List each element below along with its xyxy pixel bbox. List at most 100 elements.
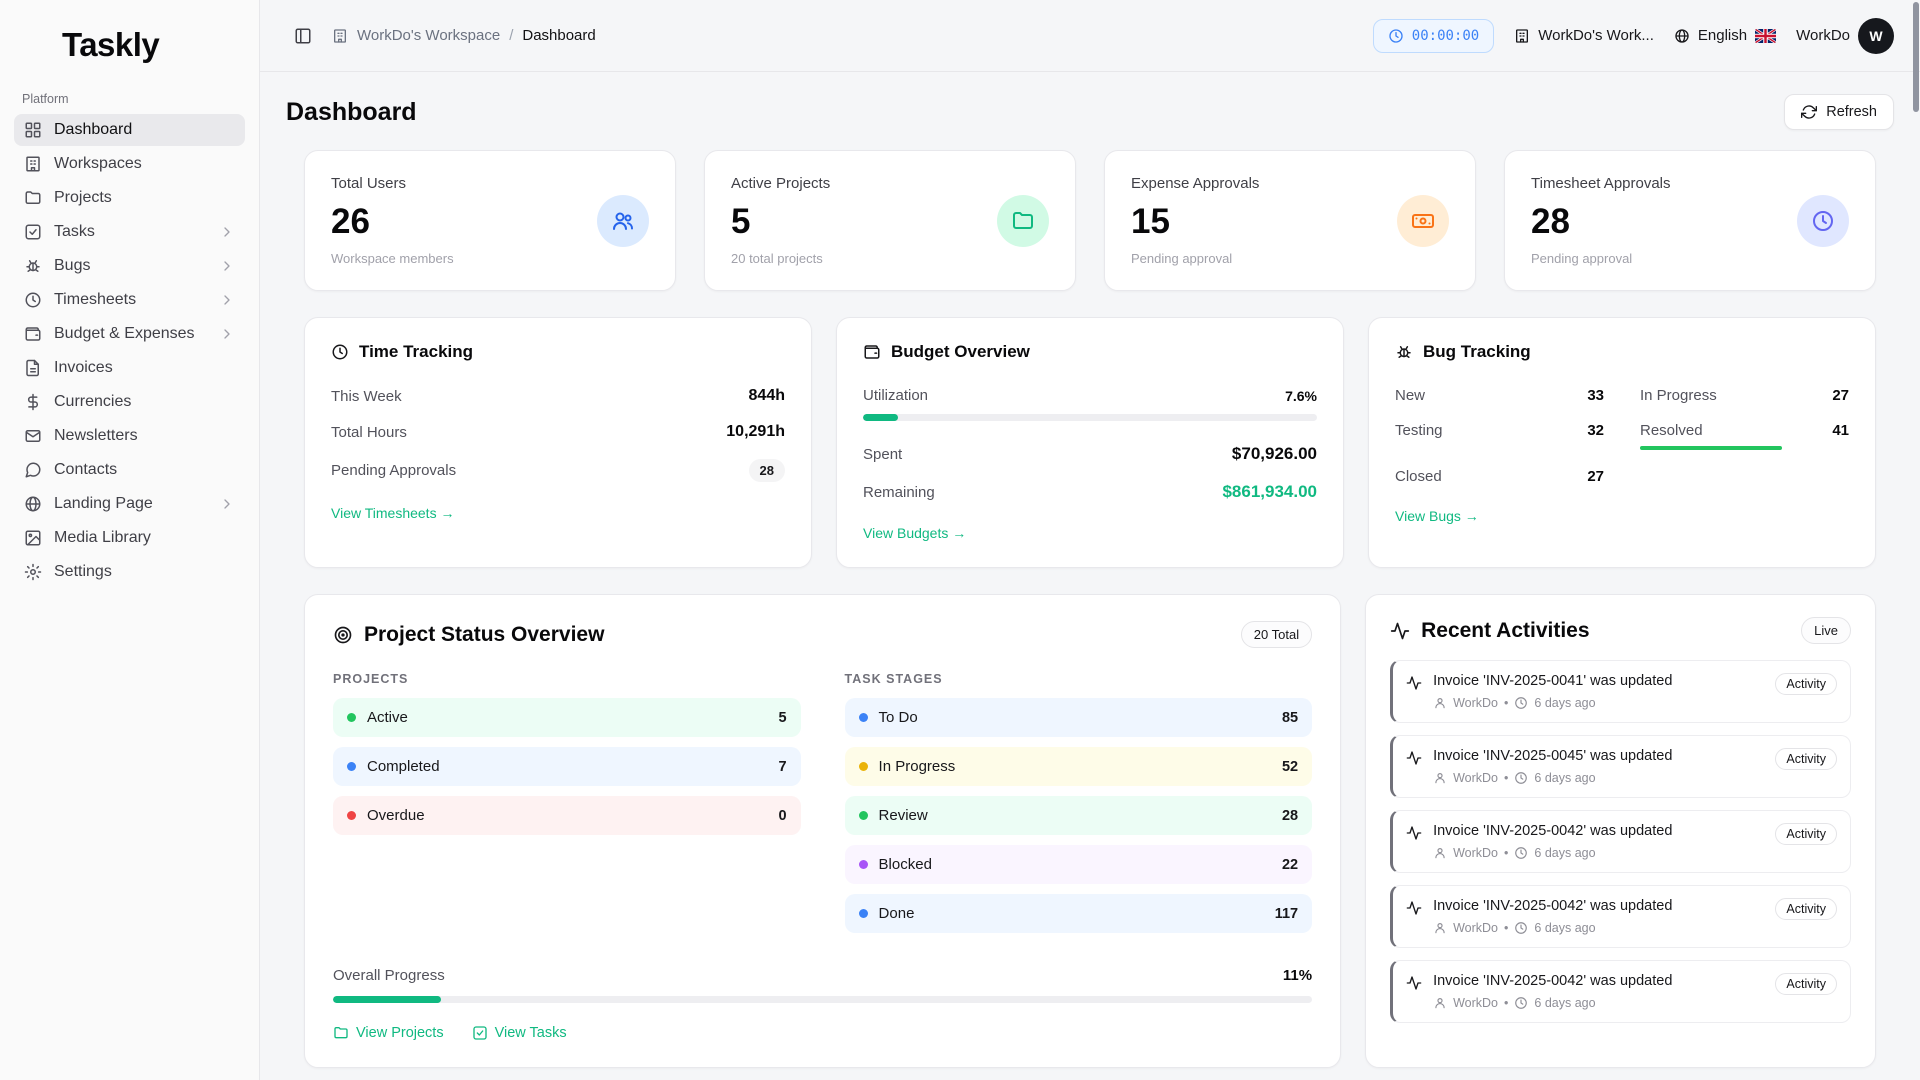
sidebar-item-currencies[interactable]: Currencies — [14, 386, 245, 418]
activity-type-badge: Activity — [1775, 823, 1837, 845]
sidebar-item-projects[interactable]: Projects — [14, 182, 245, 214]
sidebar-item-tasks[interactable]: Tasks — [14, 216, 245, 248]
sidebar-item-label: Media Library — [54, 529, 151, 547]
status-dot — [859, 860, 868, 869]
status-label: Overdue — [367, 807, 425, 824]
remaining-value: $861,934.00 — [1222, 482, 1317, 502]
sidebar-item-media-library[interactable]: Media Library — [14, 522, 245, 554]
target-icon — [333, 625, 353, 645]
sidebar-item-workspaces[interactable]: Workspaces — [14, 148, 245, 180]
page-title: Dashboard — [286, 98, 417, 127]
scrollbar-thumb[interactable] — [1913, 2, 1919, 112]
project-status-links: View Projects View Tasks — [333, 1025, 1312, 1041]
clock-icon — [1514, 696, 1528, 710]
bug-stats-grid: New 33 In Progress 27 — [1395, 378, 1849, 494]
breadcrumb-separator: / — [509, 27, 513, 44]
bug-stat-closed: Closed 27 — [1395, 459, 1604, 494]
activity-user: WorkDo — [1453, 696, 1498, 710]
activity-list: Invoice 'INV-2025-0041' was updated Work… — [1390, 660, 1851, 1023]
activity-item[interactable]: Invoice 'INV-2025-0041' was updated Work… — [1390, 660, 1851, 723]
bug-icon — [1395, 343, 1413, 361]
sidebar-item-invoices[interactable]: Invoices — [14, 352, 245, 384]
breadcrumb-workspace[interactable]: WorkDo's Workspace — [357, 27, 500, 44]
view-timesheets-link[interactable]: View Timesheets → — [331, 505, 454, 521]
view-tasks-link[interactable]: View Tasks — [472, 1025, 567, 1041]
stage-in-progress: In Progress 52 — [845, 747, 1313, 786]
sidebar-item-budget-expenses[interactable]: Budget & Expenses — [14, 318, 245, 350]
sidebar-item-bugs[interactable]: Bugs — [14, 250, 245, 282]
project-status-overdue: Overdue 0 — [333, 796, 801, 835]
sidebar-item-settings[interactable]: Settings — [14, 556, 245, 588]
status-count: 117 — [1275, 906, 1298, 922]
sidebar-toggle-button[interactable] — [286, 19, 320, 53]
activity-item[interactable]: Invoice 'INV-2025-0042' was updated Work… — [1390, 960, 1851, 1023]
sidebar-item-label: Bugs — [54, 257, 90, 275]
middle-row: Time Tracking This Week 844h Total Hours… — [304, 317, 1876, 568]
bug-icon — [24, 257, 42, 275]
clock-icon — [1514, 846, 1528, 860]
activity-time: 6 days ago — [1534, 846, 1595, 860]
stat-card-active-projects: Active Projects 5 20 total projects — [704, 150, 1076, 291]
stat-card-total-users: Total Users 26 Workspace members — [304, 150, 676, 291]
activity-item[interactable]: Invoice 'INV-2025-0042' was updated Work… — [1390, 810, 1851, 873]
view-budgets-link[interactable]: View Budgets → — [863, 525, 966, 541]
status-label: Review — [879, 807, 928, 824]
grid-icon — [24, 121, 42, 139]
stat-subtitle: 20 total projects — [731, 251, 1049, 266]
activity-item[interactable]: Invoice 'INV-2025-0042' was updated Work… — [1390, 885, 1851, 948]
bug-stat-new: New 33 — [1395, 378, 1604, 413]
sidebar-item-landing-page[interactable]: Landing Page — [14, 488, 245, 520]
sidebar-item-contacts[interactable]: Contacts — [14, 454, 245, 486]
language-selector[interactable]: English — [1674, 27, 1776, 44]
clock-icon — [1797, 195, 1849, 247]
sidebar-item-label: Currencies — [54, 393, 131, 411]
sidebar-item-newsletters[interactable]: Newsletters — [14, 420, 245, 452]
activity-item[interactable]: Invoice 'INV-2025-0045' was updated Work… — [1390, 735, 1851, 798]
timer-widget[interactable]: 00:00:00 — [1373, 19, 1494, 53]
sidebar-item-dashboard[interactable]: Dashboard — [14, 114, 245, 146]
sidebar-item-label: Workspaces — [54, 155, 142, 173]
bug-tracking-card: Bug Tracking New 33 In P — [1368, 317, 1876, 568]
activity-time: 6 days ago — [1534, 996, 1595, 1010]
scrollbar[interactable] — [1912, 0, 1920, 1080]
activity-time: 6 days ago — [1534, 921, 1595, 935]
card-title: Budget Overview — [891, 342, 1030, 362]
status-dot — [859, 713, 868, 722]
activity-meta: WorkDo • 6 days ago — [1433, 921, 1764, 935]
gear-icon — [24, 563, 42, 581]
row-value: 10,291h — [726, 423, 785, 441]
clock-icon — [331, 343, 349, 361]
chevron-right-icon — [219, 258, 235, 274]
workspace-switcher[interactable]: WorkDo's Work... — [1514, 27, 1654, 44]
user-name: WorkDo — [1796, 27, 1850, 44]
link-label: View Projects — [356, 1025, 444, 1041]
chevron-right-icon — [219, 292, 235, 308]
status-label: Completed — [367, 758, 440, 775]
activity-type-badge: Activity — [1775, 673, 1837, 695]
meta-dot: • — [1504, 771, 1508, 785]
refresh-button[interactable]: Refresh — [1784, 94, 1894, 130]
activity-type-badge: Activity — [1775, 973, 1837, 995]
activity-icon — [1406, 975, 1422, 991]
overall-progress-label: Overall Progress — [333, 967, 445, 984]
stat-title: Expense Approvals — [1131, 175, 1449, 192]
row-value: 844h — [749, 387, 785, 405]
row-label: New — [1395, 387, 1425, 404]
project-status-card: Project Status Overview 20 Total PROJECT… — [304, 594, 1341, 1068]
view-bugs-link[interactable]: View Bugs → — [1395, 508, 1479, 524]
refresh-icon — [1801, 104, 1817, 120]
activity-icon — [1406, 900, 1422, 916]
activity-time: 6 days ago — [1534, 696, 1595, 710]
timer-value: 00:00:00 — [1412, 28, 1479, 44]
status-dot — [859, 811, 868, 820]
user-menu[interactable]: WorkDo W — [1796, 18, 1894, 54]
clock-icon — [1514, 921, 1528, 935]
sidebar-item-timesheets[interactable]: Timesheets — [14, 284, 245, 316]
wallet-icon — [24, 325, 42, 343]
chevron-right-icon — [219, 496, 235, 512]
sidebar-section-label: Platform — [0, 86, 259, 114]
refresh-label: Refresh — [1826, 104, 1877, 120]
banknote-icon — [1397, 195, 1449, 247]
view-projects-link[interactable]: View Projects — [333, 1025, 444, 1041]
row-label: In Progress — [1640, 387, 1717, 404]
